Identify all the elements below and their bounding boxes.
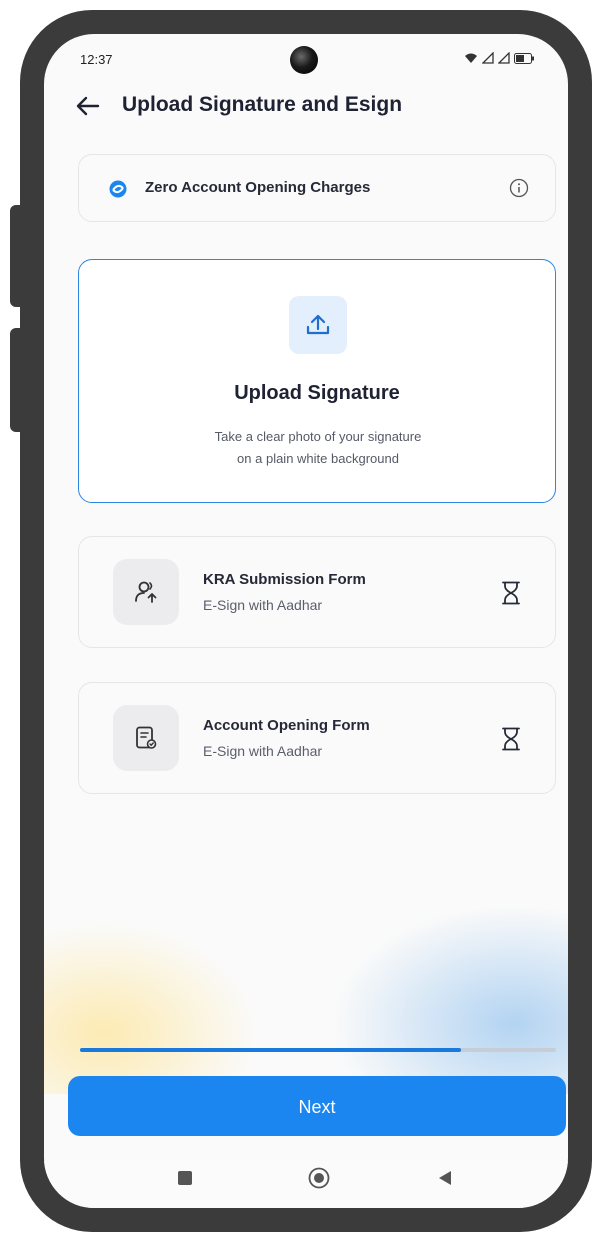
kra-form-card[interactable]: KRA Submission Form E-Sign with Aadhar (78, 536, 556, 648)
upload-description-line: Take a clear photo of your signature (214, 429, 422, 444)
signal-icon (482, 52, 494, 64)
upload-description: Take a clear photo of your signature on … (139, 426, 497, 470)
app-bar: Upload Signature and Esign (44, 84, 568, 140)
system-nav-bar (44, 1161, 568, 1208)
upload-icon-box (289, 296, 347, 354)
banner-text: Zero Account Opening Charges (145, 179, 371, 196)
form-title: Account Opening Form (203, 717, 370, 734)
wifi-icon (465, 53, 477, 63)
front-camera (290, 46, 318, 74)
form-subtitle: E-Sign with Aadhar (203, 597, 323, 613)
upload-title: Upload Signature (234, 382, 400, 404)
form-icon-box (113, 705, 179, 771)
next-button[interactable]: Next (68, 1076, 566, 1136)
signal-icon (498, 52, 510, 64)
upload-description-line: on a plain white background (237, 451, 399, 466)
back-arrow-icon[interactable] (74, 92, 102, 120)
document-icon (136, 726, 157, 749)
battery-icon (514, 52, 534, 64)
hourglass-icon (502, 581, 520, 605)
upload-icon (306, 314, 330, 335)
status-time: 12:37 (80, 52, 113, 67)
status-icons (464, 52, 534, 64)
hourglass-icon (502, 727, 520, 751)
progress-bar (80, 1048, 556, 1052)
recents-button[interactable] (178, 1171, 192, 1185)
form-subtitle: E-Sign with Aadhar (203, 743, 323, 759)
form-title: KRA Submission Form (203, 571, 366, 588)
page-title: Upload Signature and Esign (122, 93, 403, 116)
info-banner: Zero Account Opening Charges (78, 154, 556, 222)
upload-signature-card[interactable]: Upload Signature Take a clear photo of y… (78, 259, 556, 503)
user-upload-icon (135, 581, 157, 603)
home-button[interactable] (308, 1167, 330, 1189)
account-opening-form-card[interactable]: Account Opening Form E-Sign with Aadhar (78, 682, 556, 794)
system-back-button[interactable] (436, 1169, 454, 1187)
phone-screen: 12:37 Upload Signature and Esign Zero Ac… (44, 34, 568, 1208)
info-icon[interactable] (509, 178, 529, 198)
status-bar: 12:37 (44, 34, 568, 84)
form-icon-box (113, 559, 179, 625)
promo-badge-icon (109, 180, 127, 198)
progress-fill (80, 1048, 461, 1052)
